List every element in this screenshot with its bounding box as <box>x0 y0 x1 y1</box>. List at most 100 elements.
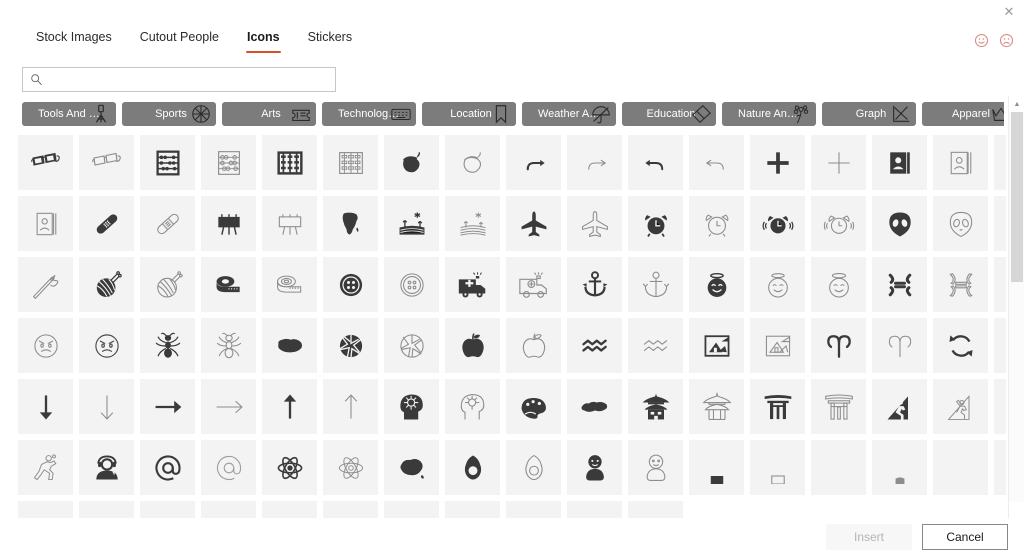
icon-cell-partial-8[interactable] <box>79 501 134 518</box>
icon-cell-ant-filled[interactable] <box>140 318 195 373</box>
icon-cell-support-agent-filled[interactable] <box>79 440 134 495</box>
search-input[interactable] <box>49 72 335 87</box>
icon-cell-partial-9[interactable] <box>140 501 195 518</box>
icon-cell-alien-outline[interactable] <box>933 196 988 251</box>
icon-cell-africa-filled[interactable] <box>323 196 378 251</box>
cancel-button[interactable]: Cancel <box>922 524 1008 550</box>
category-chip-sports[interactable]: Sports <box>122 102 216 126</box>
icon-cell-3d-glasses-filled[interactable] <box>18 135 73 190</box>
icon-cell-climbing-outline[interactable] <box>933 379 988 434</box>
icon-cell-airplane-filled[interactable] <box>506 196 561 251</box>
icon-cell-architecture-filled[interactable] <box>689 318 744 373</box>
category-chip-tools-and-building[interactable]: Tools And Buil... <box>22 102 116 126</box>
icon-cell-angel-face-filled[interactable] <box>689 257 744 312</box>
close-icon[interactable]: ✕ <box>1000 2 1018 20</box>
icon-cell-baby-outline[interactable] <box>628 440 683 495</box>
icon-cell-aquarius-outline[interactable] <box>628 318 683 373</box>
icon-cell-3d-glasses-outline[interactable] <box>79 135 134 190</box>
icon-cell-avocado-filled[interactable] <box>445 440 500 495</box>
icon-cell-acorn-outline[interactable] <box>445 135 500 190</box>
icon-cell-partial-15[interactable] <box>506 501 561 518</box>
icon-cell-avocado-outline[interactable] <box>506 440 561 495</box>
icon-cell-needle-thread-filled[interactable] <box>994 196 1006 251</box>
icon-cell-at-sign-outline[interactable] <box>201 440 256 495</box>
icon-cell-needle-thread-outline[interactable] <box>18 257 73 312</box>
search-box[interactable] <box>22 67 336 92</box>
icon-cell-apple-outline[interactable] <box>506 318 561 373</box>
icon-cell-arrow-up-outline[interactable] <box>323 379 378 434</box>
icon-cell-abacus2-filled[interactable] <box>262 135 317 190</box>
icon-cell-button-outline[interactable] <box>384 257 439 312</box>
icon-cell-australia-filled[interactable] <box>384 440 439 495</box>
icon-cell-yarn-ball-outline[interactable] <box>140 257 195 312</box>
scroll-up-arrow-icon[interactable]: ▲ <box>1009 96 1024 112</box>
icon-cell-arrow-right-outline[interactable] <box>201 379 256 434</box>
icon-cell-airplane-outline[interactable] <box>567 196 622 251</box>
icon-cell-anchor-outline[interactable] <box>628 257 683 312</box>
icon-cell-alien-filled[interactable] <box>872 196 927 251</box>
icon-cell-button-filled[interactable] <box>323 257 378 312</box>
icon-cell-angel-face-outline[interactable] <box>750 257 805 312</box>
icon-cell-agriculture-filled[interactable] <box>384 196 439 251</box>
icon-cell-address-book-filled[interactable] <box>872 135 927 190</box>
icon-cell-add-plus-filled[interactable] <box>750 135 805 190</box>
icon-cell-angry-symbol-outline[interactable] <box>933 257 988 312</box>
tab-stock-images[interactable]: Stock Images <box>22 30 126 53</box>
icon-cell-yarn-ball-filled[interactable] <box>79 257 134 312</box>
icon-cell-architecture-outline[interactable] <box>750 318 805 373</box>
tab-stickers[interactable]: Stickers <box>294 30 366 53</box>
icon-cell-tape-measure-outline[interactable] <box>262 257 317 312</box>
icon-cell-alarm-clock-ringing-outline[interactable] <box>811 196 866 251</box>
icon-cell-ambulance-filled[interactable] <box>445 257 500 312</box>
icon-cell-torii-gate-filled[interactable] <box>750 379 805 434</box>
icon-cell-apple-filled[interactable] <box>445 318 500 373</box>
icon-cell-angry-face2-outline[interactable] <box>79 318 134 373</box>
icon-cell-running-filled[interactable] <box>994 379 1006 434</box>
icon-cell-recycle-outline[interactable] <box>994 318 1006 373</box>
tab-icons[interactable]: Icons <box>233 30 294 53</box>
insert-button[interactable]: Insert <box>826 524 912 550</box>
icon-cell-aperture-filled[interactable] <box>323 318 378 373</box>
icon-cell-partial-13[interactable] <box>384 501 439 518</box>
icon-cell-partial-6[interactable] <box>994 440 1006 495</box>
category-chip-apparel[interactable]: Apparel <box>922 102 1004 126</box>
icon-cell-partial-7[interactable] <box>18 501 73 518</box>
category-chip-graph[interactable]: Graph <box>822 102 916 126</box>
icon-cell-arrow-up-filled[interactable] <box>262 379 317 434</box>
icon-cell-atom-outline[interactable] <box>323 440 378 495</box>
icon-cell-arrow-merge-right-outline[interactable] <box>567 135 622 190</box>
icon-cell-partial-3[interactable] <box>811 440 866 495</box>
icon-cell-abacus2-outline[interactable] <box>323 135 378 190</box>
icon-cell-partial-10[interactable] <box>201 501 256 518</box>
icon-cell-address-book2-outline[interactable] <box>18 196 73 251</box>
icon-cell-abacus-filled[interactable] <box>140 135 195 190</box>
icon-cell-adhesive-bandage-filled[interactable] <box>79 196 134 251</box>
icon-cell-advertising-board-filled[interactable] <box>201 196 256 251</box>
icon-cell-arrow-merge-left-outline[interactable] <box>689 135 744 190</box>
icon-cell-anchor-filled[interactable] <box>567 257 622 312</box>
icon-cell-at-sign-filled[interactable] <box>140 440 195 495</box>
icon-cell-partial-17[interactable] <box>628 501 683 518</box>
icon-cell-address-book-outline[interactable] <box>933 135 988 190</box>
icon-cell-partial-2[interactable] <box>750 440 805 495</box>
icon-cell-add-plus-outline[interactable] <box>811 135 866 190</box>
icon-cell-baby-filled[interactable] <box>567 440 622 495</box>
icon-cell-switzerland-filled[interactable] <box>567 379 622 434</box>
icon-cell-angry-symbol-filled[interactable] <box>872 257 927 312</box>
icon-cell-partial-16[interactable] <box>567 501 622 518</box>
icon-cell-alarm-clock-filled[interactable] <box>628 196 683 251</box>
icon-cell-pagoda-outline[interactable] <box>689 379 744 434</box>
icon-cell-torii-gate-outline[interactable] <box>811 379 866 434</box>
icon-cell-aries-outline[interactable] <box>872 318 927 373</box>
icon-cell-arrow-right-filled[interactable] <box>140 379 195 434</box>
icon-cell-angry-face-outline[interactable] <box>18 318 73 373</box>
icon-cell-adhesive-bandage-outline[interactable] <box>140 196 195 251</box>
icon-cell-acorn-filled[interactable] <box>384 135 439 190</box>
icon-cell-pagoda-filled[interactable] <box>628 379 683 434</box>
smiley-face-icon[interactable] <box>974 33 989 48</box>
icon-cell-running-outline[interactable] <box>18 440 73 495</box>
icon-cell-partial-1[interactable] <box>689 440 744 495</box>
icon-cell-angry-face-filled[interactable] <box>994 257 1006 312</box>
category-chip-weather-and-seasons[interactable]: Weather And S... <box>522 102 616 126</box>
icon-cell-ambulance-outline[interactable] <box>506 257 561 312</box>
